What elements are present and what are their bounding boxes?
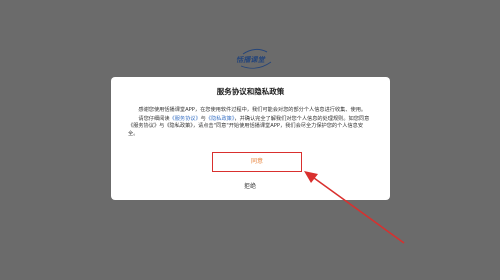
dialog-paragraph-intro: 感谢您使用恬播课堂APP，在您使用软件过程中，我们可能会对您的部分个人信息进行收… bbox=[138, 107, 367, 113]
privacy-consent-dialog: 服务协议和隐私政策 感谢您使用恬播课堂APP，在您使用软件过程中，我们可能会对您… bbox=[111, 77, 390, 200]
reject-button[interactable]: 拒绝 bbox=[222, 181, 278, 193]
dialog-paragraph-terms: 请您仔细阅读《服务协议》与《隐私政策》，并确认完全了解我们对您个人信息的处理规则… bbox=[128, 116, 373, 139]
terms-text-start: 请您仔细阅读 bbox=[138, 115, 170, 122]
agree-button[interactable]: 同意 bbox=[212, 152, 302, 172]
app-logo: 恬播课堂 bbox=[233, 48, 277, 70]
privacy-policy-link[interactable]: 《隐私政策》 bbox=[206, 116, 235, 122]
service-agreement-link[interactable]: 《服务协议》 bbox=[170, 116, 201, 122]
logo-text: 恬播课堂 bbox=[236, 56, 265, 64]
dialog-title: 服务协议和隐私政策 bbox=[216, 87, 285, 96]
